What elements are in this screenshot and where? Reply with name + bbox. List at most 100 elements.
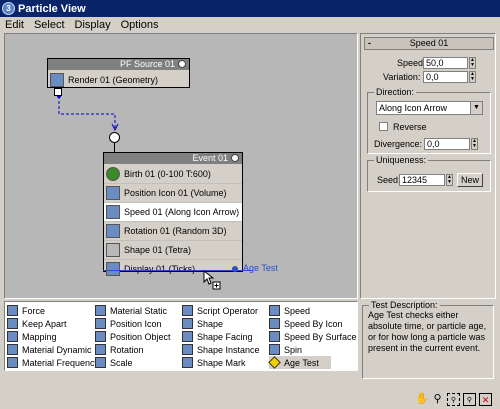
depot-item-label: Speed By Icon [284, 318, 343, 329]
depot-item-rotation[interactable]: Rotation [95, 343, 144, 356]
drop-insert-line [103, 270, 253, 271]
direction-group-title: Direction: [374, 87, 417, 97]
depot-item-label: Shape Mark [197, 357, 246, 368]
speed-field[interactable]: 50,0 [423, 57, 468, 69]
description-title: Test Description: [369, 300, 440, 310]
event-op-shape[interactable]: Shape 01 (Tetra) [104, 240, 242, 259]
divergence-spinner[interactable]: ▲ ▼ [471, 138, 478, 150]
divergence-field[interactable]: 0,0 [424, 138, 470, 150]
event-op-label: Shape 01 (Tetra) [124, 245, 192, 255]
position-icon-icon [95, 318, 106, 329]
depot-item-force[interactable]: Force [7, 304, 45, 317]
depot-item-spin[interactable]: Spin [269, 343, 302, 356]
parameters-panel: - Speed 01 Speed: 50,0 ▲ ▼ Variation: 0,0… [360, 33, 496, 299]
event-op-position-icon[interactable]: Position Icon 01 (Volume) [104, 183, 242, 202]
birth-icon [106, 166, 120, 181]
speed-icon [106, 205, 120, 219]
chevron-down-icon: ▼ [470, 102, 482, 114]
speed-by-surface-icon [269, 331, 280, 342]
variation-spinner[interactable]: ▲ ▼ [469, 71, 476, 83]
depot-item-speed[interactable]: Speed [269, 304, 310, 317]
source-op-render[interactable]: Render 01 (Geometry) [48, 70, 189, 89]
age-test-icon [268, 356, 281, 369]
depot-item-speed-by-icon[interactable]: Speed By Icon [269, 317, 343, 330]
menu-display[interactable]: Display [70, 19, 116, 31]
render-icon [50, 72, 64, 87]
rotation-icon [106, 224, 120, 238]
depot-item-label: Scale [110, 357, 133, 368]
drag-cursor-icon [203, 270, 221, 290]
uniqueness-group-title: Uniqueness: [374, 155, 429, 165]
rollout-title: Speed 01 [409, 38, 449, 48]
pf-source-node[interactable]: PF Source 01 Render 01 (Geometry) [47, 58, 190, 88]
window-titlebar[interactable]: 3 Particle View [0, 0, 500, 17]
depot-item-shape-mark[interactable]: Shape Mark [182, 356, 246, 369]
display-icon [106, 262, 120, 276]
shape-icon [106, 243, 120, 257]
drag-label: Age Test [243, 263, 278, 273]
depot-item-speed-by-surface[interactable]: Speed By Surface [269, 330, 357, 343]
zoom-region-icon[interactable]: ⚲ [447, 393, 460, 406]
variation-field[interactable]: 0,0 [423, 71, 468, 83]
event-op-label: Rotation 01 (Random 3D) [124, 226, 227, 236]
reverse-checkbox[interactable] [379, 122, 388, 131]
event-op-speed[interactable]: Speed 01 (Along Icon Arrow) [104, 202, 242, 221]
menu-select[interactable]: Select [29, 19, 70, 31]
display-color-dot [232, 266, 238, 272]
event-op-label: Display 01 (Ticks) [124, 264, 196, 274]
event-node-pin-icon[interactable] [231, 154, 239, 162]
description-text: Age Test checks either absolute time, or… [368, 310, 487, 353]
particle-view-canvas[interactable]: PF Source 01 Render 01 (Geometry) Event … [4, 33, 358, 299]
event-node[interactable]: Event 01 Birth 01 (0-100 T:600) Position… [103, 152, 243, 276]
depot-item-position-object[interactable]: Position Object [95, 330, 171, 343]
depot-item-script-operator[interactable]: Script Operator [182, 304, 258, 317]
event-op-birth[interactable]: Birth 01 (0-100 T:600) [104, 164, 242, 183]
depot-panel: Force Keep Apart Mapping Material Dynami… [4, 301, 358, 371]
depot-item-position-icon[interactable]: Position Icon [95, 317, 162, 330]
direction-group: Direction: Along Icon Arrow ▼ Reverse Di… [367, 87, 491, 154]
depot-item-shape[interactable]: Shape [182, 317, 223, 330]
source-output-port[interactable] [54, 88, 62, 96]
uniqueness-group: Uniqueness: Seed: 12345 ▲ ▼ New [367, 155, 491, 192]
depot-item-material-static[interactable]: Material Static [95, 304, 167, 317]
depot-item-mapping[interactable]: Mapping [7, 330, 57, 343]
depot-item-label: Force [22, 305, 46, 316]
keep-apart-icon [7, 318, 18, 329]
rotation-icon [95, 344, 106, 355]
depot-item-label: Age Test [284, 357, 319, 368]
depot-item-label: Rotation [110, 344, 144, 355]
depot-item-shape-instance[interactable]: Shape Instance [182, 343, 260, 356]
menu-edit[interactable]: Edit [0, 19, 29, 31]
depot-item-label: Keep Apart [22, 318, 67, 329]
depot-item-label: Material Dynamic [22, 344, 92, 355]
depot-item-label: Script Operator [197, 305, 259, 316]
depot-item-material-dynamic[interactable]: Material Dynamic [7, 343, 92, 356]
event-op-label: Birth 01 (0-100 T:600) [124, 168, 211, 179]
new-seed-button[interactable]: New [457, 173, 483, 187]
source-node-pin-icon[interactable] [178, 60, 186, 68]
event-input-port[interactable] [109, 132, 120, 143]
depot-item-scale[interactable]: Scale [95, 356, 133, 369]
menu-bar: Edit Select Display Options [0, 17, 500, 33]
divergence-label: Divergence: [374, 139, 423, 149]
event-node-title: Event 01 [192, 153, 228, 163]
rollout-header[interactable]: - Speed 01 [364, 37, 494, 50]
speed-label: Speed: [397, 58, 426, 68]
depot-item-keep-apart[interactable]: Keep Apart [7, 317, 67, 330]
speed-spinner[interactable]: ▲ ▼ [469, 57, 476, 69]
depot-item-material-frequency[interactable]: Material Frequency [7, 356, 99, 369]
direction-dropdown[interactable]: Along Icon Arrow ▼ [376, 101, 483, 115]
event-op-rotation[interactable]: Rotation 01 (Random 3D) [104, 221, 242, 240]
pan-icon[interactable]: ✋ [415, 393, 429, 406]
seed-field[interactable]: 12345 [399, 174, 445, 186]
seed-spinner[interactable]: ▲ ▼ [446, 174, 453, 186]
depot-item-age-test[interactable]: Age Test [268, 356, 331, 369]
status-bar: ✋ ⚲ ⚲ ⚲ ✕ [0, 386, 500, 409]
depot-item-shape-facing[interactable]: Shape Facing [182, 330, 253, 343]
zoom-icon[interactable]: ⚲ [431, 393, 444, 406]
scale-icon [95, 357, 106, 368]
material-static-icon [95, 305, 106, 316]
no-zoom-icon[interactable]: ✕ [479, 393, 492, 406]
menu-options[interactable]: Options [116, 19, 164, 31]
zoom-extents-icon[interactable]: ⚲ [463, 393, 476, 406]
